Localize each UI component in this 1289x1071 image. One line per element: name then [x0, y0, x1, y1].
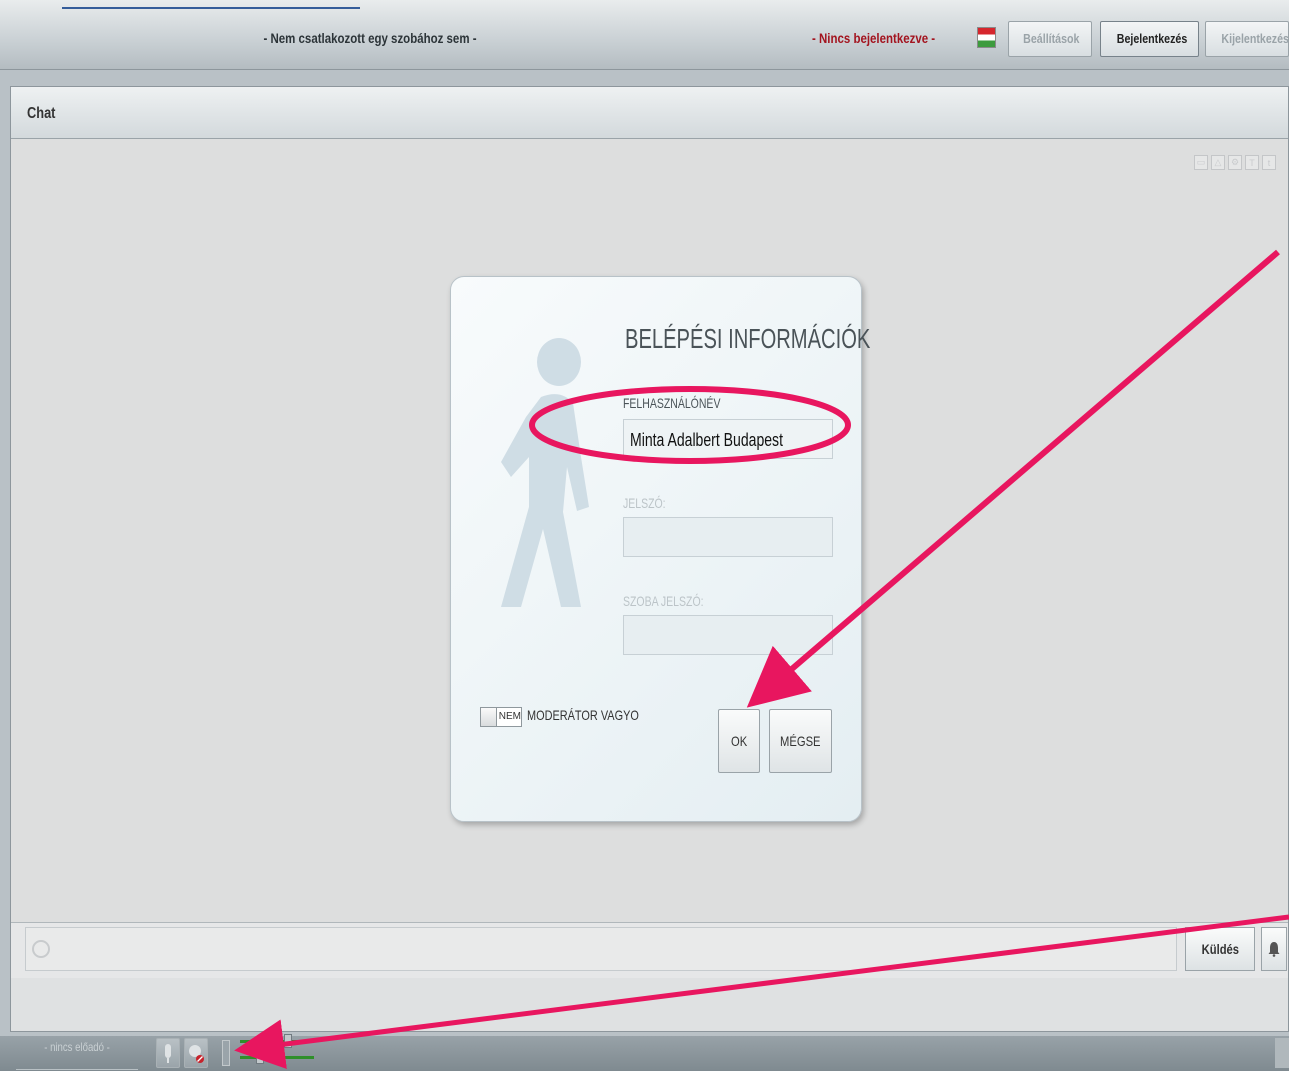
- username-label: FELHASZNÁLÓNÉV: [623, 395, 721, 411]
- moderator-toggle[interactable]: NEM: [480, 707, 522, 727]
- input-volume-slider[interactable]: [240, 1034, 314, 1048]
- password-input[interactable]: [623, 517, 833, 557]
- bell-icon[interactable]: △: [1211, 155, 1225, 170]
- emoticon-icon[interactable]: [32, 940, 50, 958]
- text-size-down-icon[interactable]: t: [1262, 155, 1276, 170]
- moderator-label: MODERÁTOR VAGYO: [527, 707, 639, 723]
- gear-icon[interactable]: ⚙: [1228, 155, 1242, 170]
- login-button[interactable]: Bejelentkezés: [1100, 21, 1199, 57]
- login-button-label: Bejelentkezés: [1116, 31, 1188, 46]
- slider-thumb[interactable]: [256, 1050, 264, 1064]
- presenter-label: - nincs előadó -: [44, 1040, 110, 1054]
- top-tab-underline: [62, 7, 360, 9]
- volume-indicator: [222, 1040, 230, 1066]
- cancel-button-label: MÉGSE: [780, 733, 821, 749]
- text-size-up-icon[interactable]: T: [1245, 155, 1259, 170]
- top-toolbar: - Nem csatlakozott egy szobához sem - - …: [0, 0, 1289, 70]
- logout-button-label: Kijelentkezés: [1221, 31, 1289, 46]
- walking-person-icon: [501, 338, 589, 607]
- share-icon[interactable]: [1275, 1038, 1289, 1068]
- chat-title: Chat: [27, 105, 56, 122]
- media-bar: - nincs előadó -: [0, 1034, 1289, 1071]
- toggle-knob: [481, 708, 497, 726]
- toggle-state-label: NEM: [498, 711, 521, 722]
- camera-off-icon: [189, 1045, 204, 1063]
- message-input-row: Küldés: [11, 922, 1288, 978]
- message-input[interactable]: [25, 927, 1177, 971]
- room-status-text: - Nem csatlakozott egy szobához sem -: [263, 30, 477, 46]
- logout-button[interactable]: Kijelentkezés: [1205, 21, 1289, 57]
- microphone-icon: [165, 1044, 171, 1063]
- slider-thumb[interactable]: [284, 1034, 292, 1048]
- ok-button-label: OK: [730, 733, 748, 749]
- hungarian-flag-icon[interactable]: [977, 27, 996, 48]
- send-button-label: Küldés: [1201, 941, 1239, 957]
- output-volume-slider[interactable]: [240, 1050, 314, 1064]
- dialog-title: BELÉPÉSI INFORMÁCIÓK: [625, 323, 871, 354]
- ok-button[interactable]: OK: [718, 709, 760, 773]
- camera-off-button[interactable]: [184, 1038, 208, 1068]
- alert-button[interactable]: [1261, 927, 1287, 971]
- chat-bottom-strip: [11, 978, 1288, 1031]
- settings-button[interactable]: Beállítások: [1008, 21, 1092, 57]
- username-value: Minta Adalbert Budapest: [630, 430, 783, 450]
- presenter-field: - nincs előadó -: [16, 1036, 138, 1070]
- chat-icon[interactable]: ▭: [1194, 155, 1208, 170]
- room-password-input[interactable]: [623, 615, 833, 655]
- room-password-label: SZOBA JELSZÓ:: [623, 593, 704, 609]
- settings-button-label: Beállítások: [1023, 31, 1080, 46]
- chat-toolbar: ▭ △ ⚙ T t: [1194, 155, 1276, 170]
- cancel-button[interactable]: MÉGSE: [769, 709, 832, 773]
- send-button[interactable]: Küldés: [1185, 927, 1255, 971]
- chat-header: Chat: [11, 87, 1288, 139]
- login-status-text: - Nincs bejelentkezve -: [812, 30, 936, 46]
- login-dialog: BELÉPÉSI INFORMÁCIÓK FELHASZNÁLÓNÉV Mint…: [450, 276, 870, 822]
- bell-icon: [1268, 942, 1280, 957]
- password-label: JELSZÓ:: [623, 495, 666, 511]
- microphone-button[interactable]: [156, 1038, 180, 1068]
- username-input[interactable]: Minta Adalbert Budapest: [623, 419, 833, 459]
